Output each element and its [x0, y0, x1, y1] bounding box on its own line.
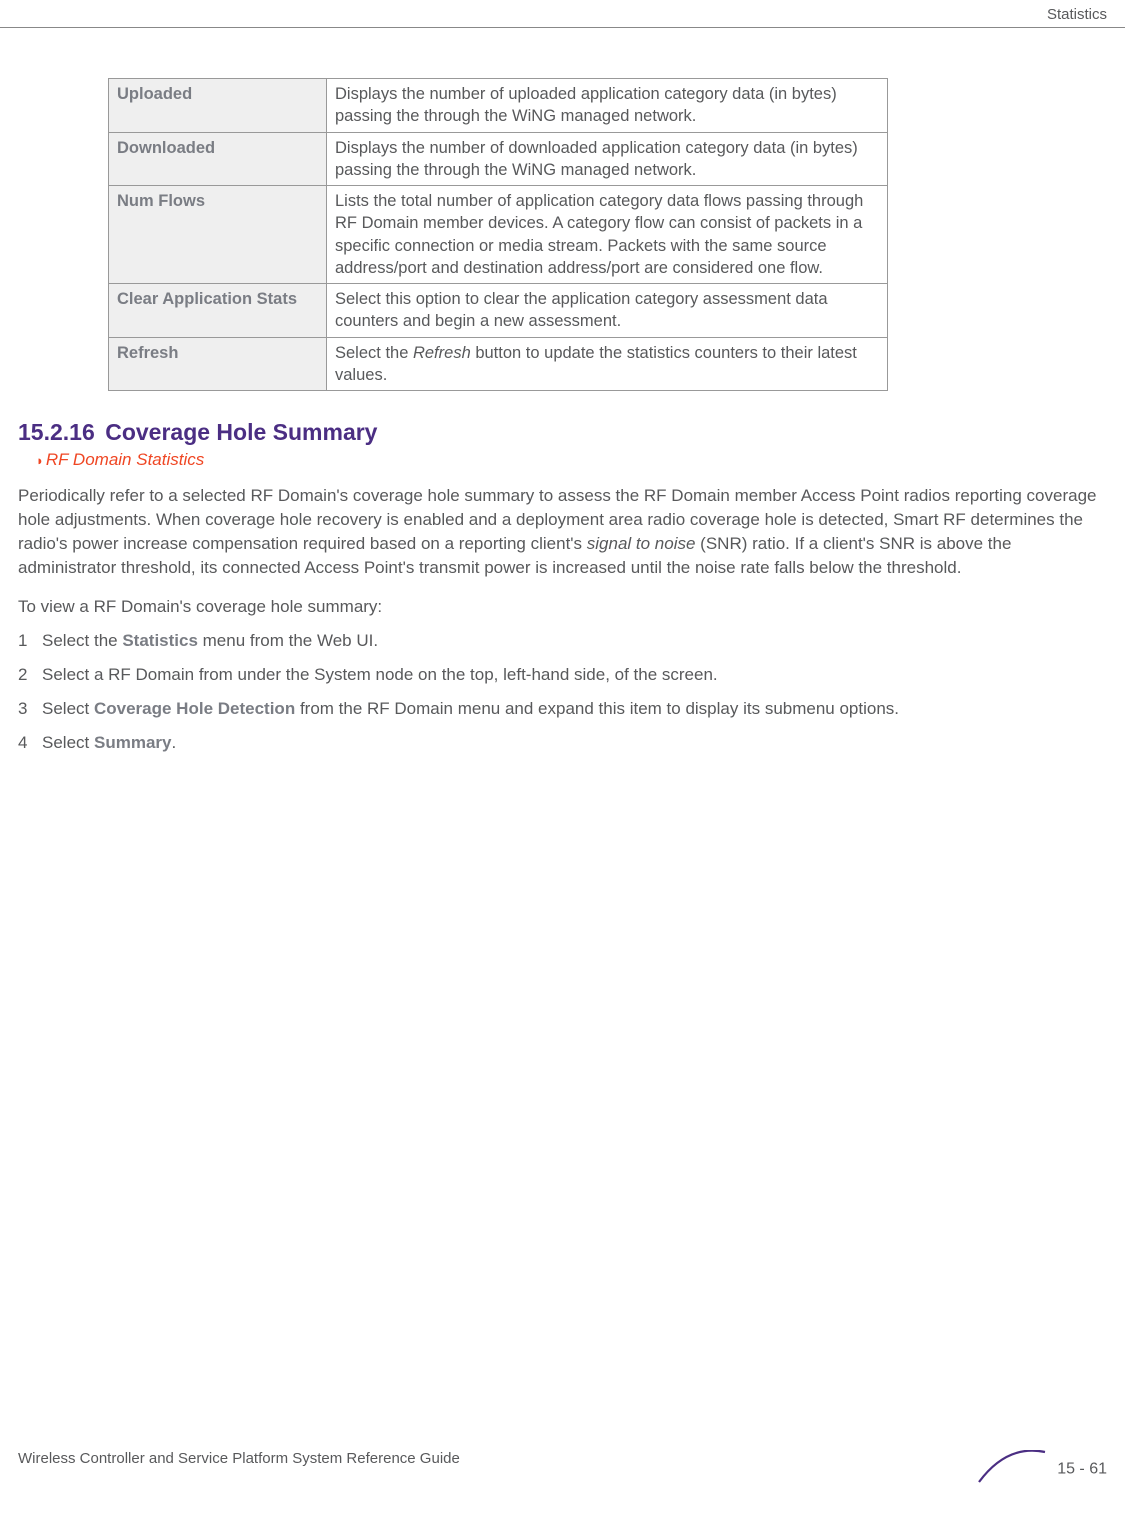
- section-heading: 15.2.16 Coverage Hole Summary: [18, 419, 1107, 446]
- intro-paragraph: Periodically refer to a selected RF Doma…: [18, 484, 1107, 579]
- def-cell: Lists the total number of application ca…: [327, 186, 888, 284]
- ui-term: Statistics: [122, 631, 198, 650]
- term-cell: Clear Application Stats: [109, 284, 327, 338]
- lead-text: To view a RF Domain's coverage hole summ…: [18, 597, 1107, 617]
- section-number: 15.2.16: [18, 419, 95, 445]
- page-number: 15 - 61: [1057, 1461, 1107, 1478]
- step-number: 4: [18, 731, 42, 755]
- footer-swoosh-icon: [977, 1450, 1047, 1489]
- def-cell: Select the Refresh button to update the …: [327, 337, 888, 391]
- def-cell: Select this option to clear the applicat…: [327, 284, 888, 338]
- step-number: 3: [18, 697, 42, 721]
- term-cell: Downloaded: [109, 132, 327, 186]
- steps-list: 1Select the Statistics menu from the Web…: [18, 629, 1107, 754]
- section-title: Coverage Hole Summary: [105, 419, 377, 445]
- step-text: Select a RF Domain from under the System…: [42, 665, 718, 684]
- step-text: from the RF Domain menu and expand this …: [295, 699, 899, 718]
- footer-right: 15 - 61: [977, 1450, 1107, 1489]
- def-cell: Displays the number of uploaded applicat…: [327, 79, 888, 133]
- term-cell: Num Flows: [109, 186, 327, 284]
- table-row: Refresh Select the Refresh button to upd…: [109, 337, 888, 391]
- step-text: Select: [42, 699, 94, 718]
- footer-left-text: Wireless Controller and Service Platform…: [18, 1450, 460, 1467]
- definitions-table: Uploaded Displays the number of uploaded…: [108, 78, 888, 391]
- ui-term: Summary: [94, 733, 171, 752]
- list-item: 1Select the Statistics menu from the Web…: [18, 629, 1107, 653]
- step-number: 2: [18, 663, 42, 687]
- step-text: Select the: [42, 631, 122, 650]
- term-cell: Refresh: [109, 337, 327, 391]
- term-cell: Uploaded: [109, 79, 327, 133]
- page-content: Uploaded Displays the number of uploaded…: [0, 28, 1125, 755]
- def-cell: Displays the number of downloaded applic…: [327, 132, 888, 186]
- step-text: .: [171, 733, 176, 752]
- def-text: Select the: [335, 344, 413, 362]
- def-italic: Refresh: [413, 344, 471, 362]
- table-row: Clear Application Stats Select this opti…: [109, 284, 888, 338]
- step-text: menu from the Web UI.: [198, 631, 378, 650]
- page-footer: Wireless Controller and Service Platform…: [0, 1450, 1125, 1489]
- header-title: Statistics: [1047, 6, 1107, 23]
- list-item: 3Select Coverage Hole Detection from the…: [18, 697, 1107, 721]
- table-row: Uploaded Displays the number of uploaded…: [109, 79, 888, 133]
- list-item: 2Select a RF Domain from under the Syste…: [18, 663, 1107, 687]
- step-number: 1: [18, 629, 42, 653]
- step-text: Select: [42, 733, 94, 752]
- list-item: 4Select Summary.: [18, 731, 1107, 755]
- table-row: Num Flows Lists the total number of appl…: [109, 186, 888, 284]
- table-row: Downloaded Displays the number of downlo…: [109, 132, 888, 186]
- breadcrumb-arrow-icon: ◗: [36, 453, 44, 468]
- breadcrumb: ◗RF Domain Statistics: [36, 450, 1107, 470]
- page-header: Statistics: [0, 0, 1125, 28]
- intro-italic: signal to noise: [587, 534, 696, 553]
- breadcrumb-text: RF Domain Statistics: [46, 450, 204, 469]
- ui-term: Coverage Hole Detection: [94, 699, 295, 718]
